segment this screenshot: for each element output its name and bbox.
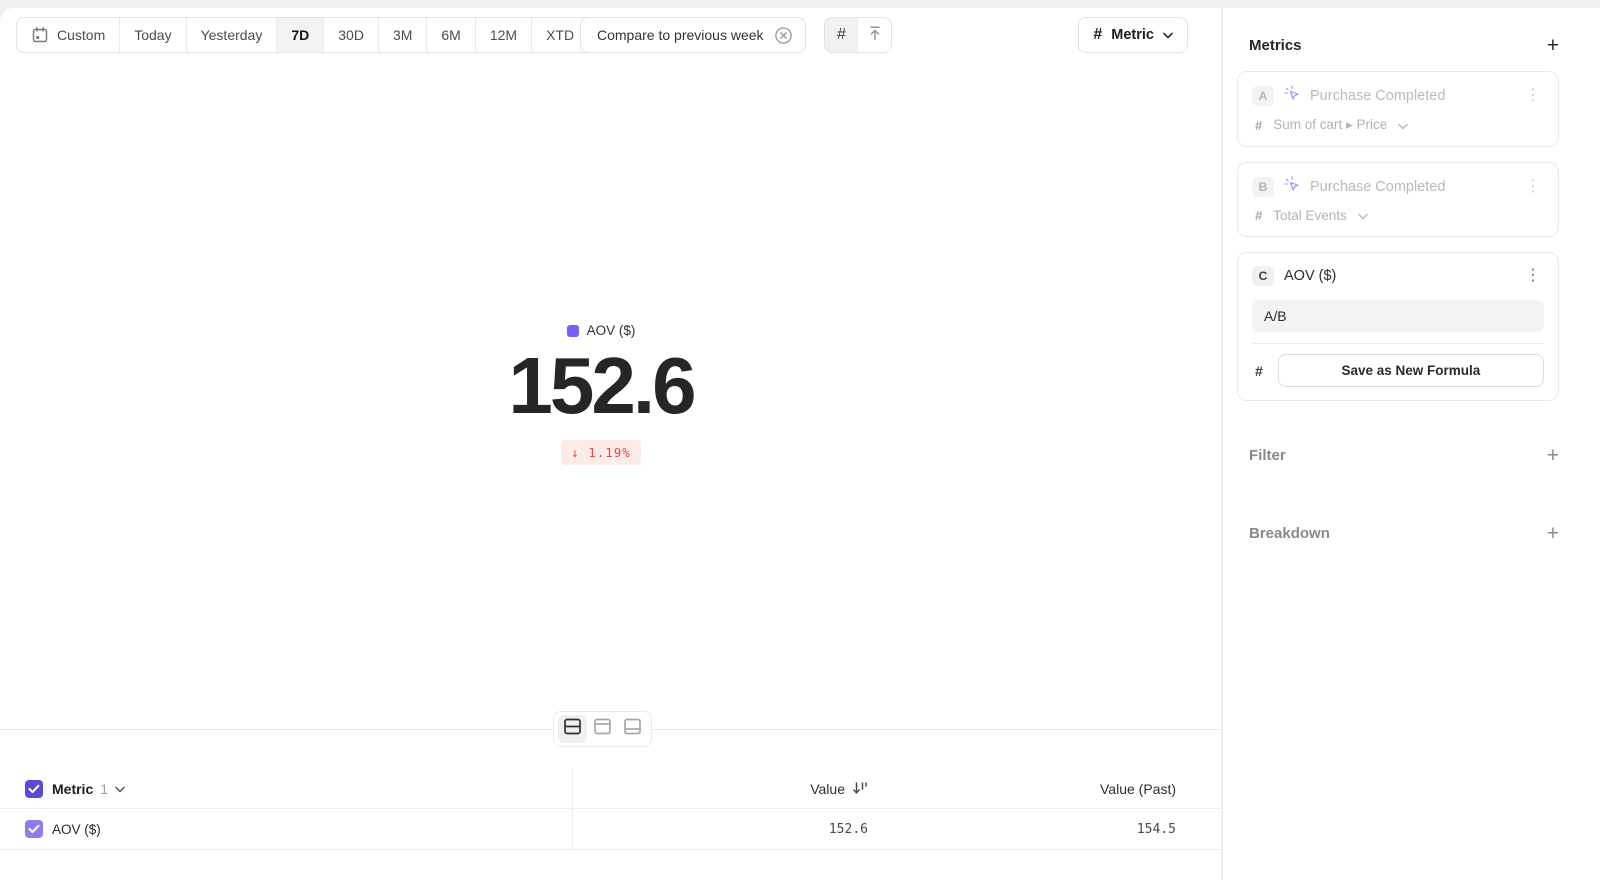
table-only-view-button[interactable] <box>618 715 647 743</box>
row-value: 152.6 <box>829 809 868 850</box>
split-view-button[interactable] <box>558 715 587 743</box>
more-options-icon[interactable]: ⋮ <box>1522 88 1544 104</box>
date-range-6m[interactable]: 6M <box>427 18 475 52</box>
hash-icon: # <box>837 26 846 44</box>
table-row[interactable]: AOV ($) 152.6 154.5 <box>0 809 1221 850</box>
analytics-report-page: Custom Today Yesterday 7D 30D 3M 6M 12M … <box>0 0 1600 880</box>
filter-title: Filter <box>1249 447 1286 464</box>
hash-icon: # <box>1255 363 1263 379</box>
metric-letter-badge: A <box>1252 86 1274 106</box>
aggregation-label: Total Events <box>1273 208 1347 223</box>
legend-label: AOV ($) <box>587 323 636 338</box>
bottom-panel-icon <box>623 718 642 740</box>
report-canvas: Custom Today Yesterday 7D 30D 3M 6M 12M … <box>0 8 1221 880</box>
chart-only-view-button[interactable] <box>588 715 617 743</box>
aggregation-label: Sum of cart ▸ Price <box>1273 117 1387 133</box>
metric-column-header[interactable]: Metric 1 <box>52 769 125 809</box>
compare-chip-label: Compare to previous week <box>597 27 764 43</box>
event-icon <box>1284 85 1300 106</box>
arrow-to-top-icon <box>866 24 884 47</box>
trend-view-button[interactable] <box>858 18 891 52</box>
calendar-icon <box>31 26 49 44</box>
legend: AOV ($) <box>567 323 636 338</box>
date-range-7d[interactable]: 7D <box>277 18 324 52</box>
formula-input[interactable]: A/B <box>1252 300 1544 332</box>
filter-section-header: Filter + <box>1249 445 1559 466</box>
split-panel-icon <box>563 718 582 740</box>
metric-dropdown-label: Metric <box>1111 27 1154 43</box>
breakdown-title: Breakdown <box>1249 525 1330 542</box>
chevron-down-icon <box>1398 118 1408 133</box>
metric-letter-badge: C <box>1252 266 1274 286</box>
add-filter-button[interactable]: + <box>1547 445 1559 466</box>
query-builder-sidebar: Metrics + A Purchase Completed ⋮ <box>1222 8 1600 880</box>
metric-letter-badge: B <box>1252 177 1274 197</box>
compare-chip[interactable]: Compare to previous week <box>580 17 806 53</box>
metric-card-c[interactable]: C AOV ($) ⋮ A/B # Save as New Formula <box>1237 252 1559 401</box>
metrics-title: Metrics <box>1249 37 1302 54</box>
more-options-icon[interactable]: ⋮ <box>1522 268 1544 284</box>
legend-swatch <box>567 325 579 337</box>
value-column-header[interactable]: Value <box>810 769 868 809</box>
chevron-down-icon <box>1358 208 1368 223</box>
add-breakdown-button[interactable]: + <box>1547 523 1559 544</box>
metric-card-b[interactable]: B Purchase Completed ⋮ # Total Events <box>1237 162 1559 237</box>
change-badge: ↓ 1.19% <box>561 440 641 465</box>
metrics-section-header: Metrics + <box>1249 35 1559 56</box>
date-range-yesterday[interactable]: Yesterday <box>187 18 278 52</box>
card-divider <box>1252 343 1544 344</box>
metric-card-title: Purchase Completed <box>1310 88 1445 104</box>
sort-descending-icon <box>852 781 868 798</box>
table-header: Metric 1 Value Value (Past) <box>0 769 1221 809</box>
date-range-today[interactable]: Today <box>120 18 186 52</box>
hash-icon: # <box>1093 26 1102 44</box>
hash-icon: # <box>1255 118 1262 133</box>
number-view-button[interactable]: # <box>825 18 858 52</box>
row-metric-name: AOV ($) <box>52 809 101 850</box>
metric-value: 152.6 <box>0 348 1202 424</box>
chevron-down-icon <box>1163 27 1173 43</box>
metric-dropdown[interactable]: # Metric <box>1078 17 1188 53</box>
date-range-12m[interactable]: 12M <box>476 18 532 52</box>
metric-card-a[interactable]: A Purchase Completed ⋮ # Sum of cart ▸ P… <box>1237 71 1559 147</box>
metric-card-title: AOV ($) <box>1284 268 1336 284</box>
more-options-icon[interactable]: ⋮ <box>1522 179 1544 195</box>
save-as-new-formula-button[interactable]: Save as New Formula <box>1278 354 1544 387</box>
date-range-label: Custom <box>57 27 105 43</box>
value-past-column-header[interactable]: Value (Past) <box>1100 769 1176 809</box>
row-value-past: 154.5 <box>1137 809 1176 850</box>
view-mode-toggle: # <box>824 17 892 53</box>
date-range-3m[interactable]: 3M <box>379 18 427 52</box>
breakdown-section-header: Breakdown + <box>1249 523 1559 544</box>
top-panel-icon <box>593 718 612 740</box>
chevron-down-icon <box>115 780 125 798</box>
date-range-control: Custom Today Yesterday 7D 30D 3M 6M 12M … <box>16 17 607 53</box>
metric-card-title: Purchase Completed <box>1310 179 1445 195</box>
aggregation-selector[interactable]: # Total Events <box>1252 208 1544 223</box>
event-icon <box>1284 176 1300 197</box>
add-metric-button[interactable]: + <box>1547 35 1559 56</box>
panel-layout-toggle <box>553 711 652 747</box>
select-all-checkbox[interactable] <box>25 780 43 798</box>
row-checkbox[interactable] <box>25 820 43 838</box>
hash-icon: # <box>1255 208 1262 223</box>
aggregation-selector[interactable]: # Sum of cart ▸ Price <box>1252 117 1544 133</box>
remove-compare-icon[interactable] <box>774 26 793 45</box>
date-range-30d[interactable]: 30D <box>324 18 379 52</box>
date-range-custom[interactable]: Custom <box>17 18 120 52</box>
big-number-display: AOV ($) 152.6 ↓ 1.19% <box>0 323 1202 465</box>
